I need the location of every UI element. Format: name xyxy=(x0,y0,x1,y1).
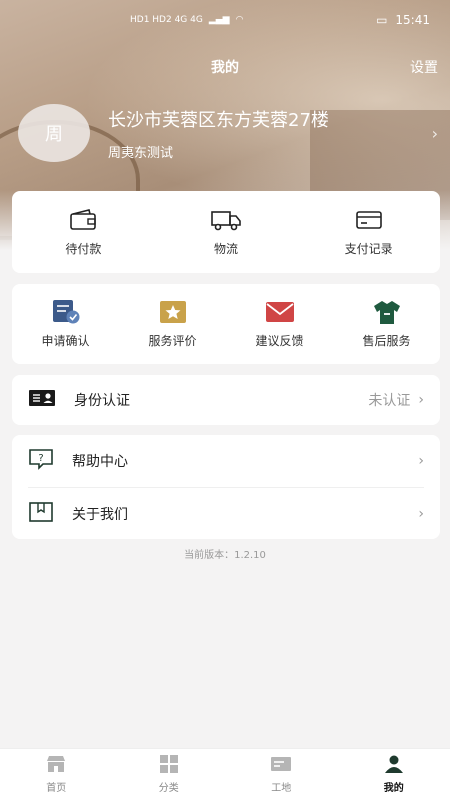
tab-label: 我的 xyxy=(383,783,404,794)
bottom-tab-bar: 首页 分类 工地 我的 xyxy=(0,748,450,800)
profile-address: 长沙市芙蓉区东方芙蓉27楼 xyxy=(108,109,329,131)
settings-button[interactable]: 设置 xyxy=(410,57,438,77)
apply-check-icon xyxy=(51,299,81,324)
orders-card: 待付款 物流 支付记录 xyxy=(12,191,440,273)
truck-icon xyxy=(211,208,241,232)
tab-label: 首页 xyxy=(46,783,67,794)
page-title: 我的 xyxy=(211,60,239,76)
profile-name: 周夷东测试 xyxy=(108,145,174,161)
profile-info: 长沙市芙蓉区东方芙蓉27楼 周夷东测试 xyxy=(108,106,432,161)
order-label: 物流 xyxy=(214,241,239,256)
person-icon xyxy=(383,755,405,776)
service-rating[interactable]: 服务评价 xyxy=(119,284,226,364)
service-label: 售后服务 xyxy=(362,333,411,348)
order-pending-payment[interactable]: 待付款 xyxy=(12,191,155,273)
wifi-icon: ◠ xyxy=(235,15,244,25)
app-version: 当前版本：1.2.10 xyxy=(184,550,266,561)
help-center-label: 帮助中心 xyxy=(72,454,128,470)
help-card: ? 帮助中心 › 关于我们 › xyxy=(12,435,440,539)
order-label: 待付款 xyxy=(65,241,102,256)
help-center-row[interactable]: ? 帮助中心 › xyxy=(12,435,440,487)
tab-home[interactable]: 首页 xyxy=(0,749,113,800)
service-apply-confirm[interactable]: 申请确认 xyxy=(12,284,119,364)
tab-label: 分类 xyxy=(158,783,179,794)
order-label: 支付记录 xyxy=(344,241,393,256)
service-label: 申请确认 xyxy=(41,333,90,348)
network-text: HD1 HD2 4G 4G xyxy=(130,15,203,25)
avatar[interactable]: 周 xyxy=(18,104,90,162)
site-card-icon xyxy=(270,755,292,776)
chevron-right-icon: › xyxy=(418,506,424,522)
card-icon xyxy=(354,208,384,232)
service-label: 建议反馈 xyxy=(255,333,304,348)
tab-category[interactable]: 分类 xyxy=(113,749,226,800)
wallet-icon xyxy=(68,208,98,232)
id-card-icon xyxy=(28,389,56,411)
about-us-row[interactable]: 关于我们 › xyxy=(12,488,440,540)
services-card: 申请确认 服务评价 建议反馈 售后服务 xyxy=(12,284,440,364)
service-feedback[interactable]: 建议反馈 xyxy=(226,284,333,364)
star-rating-icon xyxy=(158,300,188,324)
about-us-label: 关于我们 xyxy=(72,507,128,523)
identity-card: 身份认证 未认证 › xyxy=(12,375,440,425)
mail-icon xyxy=(265,300,295,324)
order-logistics[interactable]: 物流 xyxy=(155,191,298,273)
chevron-right-icon: › xyxy=(431,123,438,143)
svg-text:?: ? xyxy=(38,453,43,464)
service-label: 服务评价 xyxy=(148,333,197,348)
top-nav: 我的 设置 xyxy=(0,52,450,82)
tab-mine[interactable]: 我的 xyxy=(338,749,450,800)
service-after-sales[interactable]: 售后服务 xyxy=(333,284,440,364)
home-store-icon xyxy=(45,755,67,776)
identity-label: 身份认证 xyxy=(74,393,130,409)
status-time: 15:41 xyxy=(395,13,430,27)
avatar-initial: 周 xyxy=(45,124,63,145)
chevron-right-icon: › xyxy=(418,453,424,469)
order-payment-records[interactable]: 支付记录 xyxy=(297,191,440,273)
identity-status: 未认证 xyxy=(368,393,411,409)
grid-icon xyxy=(159,755,179,776)
tab-site[interactable]: 工地 xyxy=(225,749,338,800)
about-bookmark-icon xyxy=(28,501,54,527)
network-indicators: HD1 HD2 4G 4G ▂▄▆ ◠ xyxy=(130,15,243,25)
identity-row[interactable]: 身份认证 未认证 › xyxy=(12,375,440,425)
chevron-right-icon: › xyxy=(418,392,424,408)
signal-icon: ▂▄▆ xyxy=(208,15,230,25)
service-shirt-icon xyxy=(372,300,402,324)
profile-header[interactable]: 周 长沙市芙蓉区东方芙蓉27楼 周夷东测试 › xyxy=(18,103,438,163)
tab-label: 工地 xyxy=(271,783,292,794)
status-bar: HD1 HD2 4G 4G ▂▄▆ ◠ ▭ 15:41 xyxy=(0,0,450,40)
help-question-icon: ? xyxy=(28,448,54,474)
battery-icon: ▭ xyxy=(376,13,388,27)
